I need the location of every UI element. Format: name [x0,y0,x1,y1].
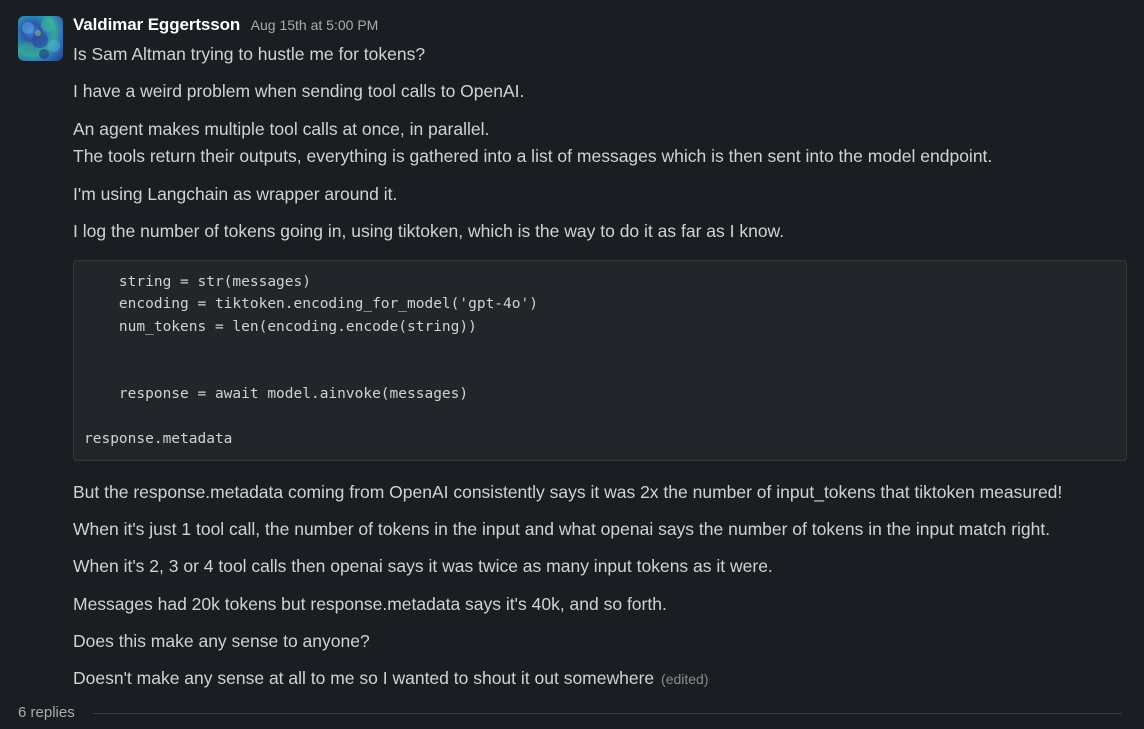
message-line: I have a weird problem when sending tool… [73,81,525,101]
code-line: response = await model.ainvoke(messages) [84,386,469,402]
message-line: I'm using Langchain as wrapper around it… [73,184,398,204]
message-timestamp[interactable]: Aug 15th at 5:00 PM [251,17,379,33]
code-line: num_tokens = len(encoding.encode(string)… [84,319,477,335]
message-line: When it's just 1 tool call, the number o… [73,519,1051,539]
message-line: Does this make any sense to anyone? [73,631,370,651]
message-line-text: Doesn't make any sense at all to me so I… [73,668,655,688]
message-line: I log the number of tokens going in, usi… [73,221,785,241]
code-line: response.metadata [84,431,233,447]
thread-divider [93,713,1122,714]
message-line: The tools return their outputs, everythi… [73,146,993,166]
replies-link[interactable]: 6 replies [18,702,75,724]
message-line: Messages had 20k tokens but response.met… [73,594,667,614]
message-line: When it's 2, 3 or 4 tool calls then open… [73,556,773,576]
author-name[interactable]: Valdimar Eggertsson [73,15,240,34]
message-line: Is Sam Altman trying to hustle me for to… [73,44,426,64]
message-line-last: Doesn't make any sense at all to me so I… [73,665,709,692]
edited-label: (edited) [661,671,709,687]
message: Valdimar Eggertsson Aug 15th at 5:00 PM … [0,0,1144,729]
message-line: An agent makes multiple tool calls at on… [73,119,490,139]
message-line: But the response.metadata coming from Op… [73,482,1063,502]
code-line: string = str(messages) [84,274,311,290]
code-block: string = str(messages) encoding = tiktok… [73,260,1127,461]
code-line: encoding = tiktoken.encoding_for_model('… [84,296,538,312]
message-header: Valdimar Eggertsson Aug 15th at 5:00 PM [73,15,378,39]
thread-footer: 6 replies [18,702,1128,724]
avatar[interactable] [18,16,63,61]
